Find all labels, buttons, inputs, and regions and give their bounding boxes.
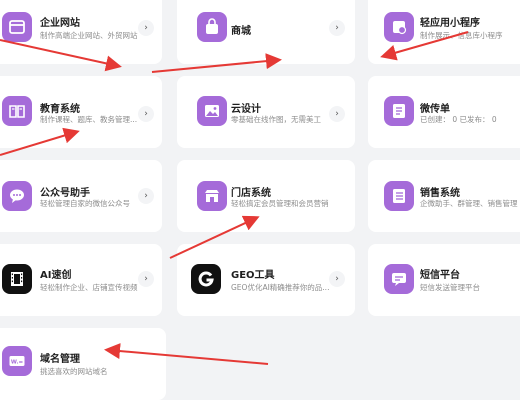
browser-icon bbox=[2, 12, 32, 42]
card-cloud-design[interactable]: 云设计 零基础在线作图，无需美工 › bbox=[177, 76, 355, 148]
svg-text:W.=: W.= bbox=[11, 360, 24, 366]
book-icon bbox=[2, 96, 32, 126]
card-store-system[interactable]: 门店系统 轻松搞定会员管理和会员营销 bbox=[177, 160, 355, 232]
card-education-system[interactable]: 教育系统 制作课程、题库、教务管理... › bbox=[0, 76, 162, 148]
chevron-right-icon[interactable]: › bbox=[138, 20, 154, 36]
card-subtitle: 已创建： 0 已发布： 0 bbox=[420, 115, 497, 124]
chevron-right-icon[interactable]: › bbox=[138, 271, 154, 287]
card-subtitle: 短信发送管理平台 bbox=[420, 283, 480, 292]
card-subtitle: 挑选喜欢的网站域名 bbox=[40, 367, 108, 376]
card-subtitle: 制作课程、题库、教务管理... bbox=[40, 115, 138, 124]
card-subtitle: 轻松制作企业、店铺宣传视频 bbox=[40, 283, 138, 292]
chevron-right-icon[interactable]: › bbox=[329, 106, 345, 122]
card-subtitle: 轻松管理自家的微信公众号 bbox=[40, 199, 130, 208]
card-subtitle: 制作展示、信息库小程序 bbox=[420, 31, 503, 40]
card-title: AI速创 bbox=[40, 270, 72, 281]
card-subtitle: 零基础在线作图，无需美工 bbox=[231, 115, 321, 124]
card-sales-system[interactable]: 销售系统 企微助手、群管理、销售管理 bbox=[368, 160, 520, 232]
card-title: 云设计 bbox=[231, 104, 261, 115]
store-icon bbox=[197, 181, 227, 211]
card-geo-tool[interactable]: GEO工具 GEO优化AI精确推荐你的品... › bbox=[177, 244, 355, 316]
shopping-bag-icon bbox=[197, 12, 227, 42]
card-title: 教育系统 bbox=[40, 104, 80, 115]
card-subtitle: 轻松搞定会员管理和会员营销 bbox=[231, 199, 329, 208]
card-title: 销售系统 bbox=[420, 188, 460, 199]
card-sms-platform[interactable]: 短信平台 短信发送管理平台 bbox=[368, 244, 520, 316]
card-official-account-assistant[interactable]: 公众号助手 轻松管理自家的微信公众号 › bbox=[0, 160, 162, 232]
card-title: 轻应用小程序 bbox=[420, 18, 480, 29]
image-icon bbox=[197, 96, 227, 126]
card-title: 短信平台 bbox=[420, 270, 460, 281]
card-enterprise-website[interactable]: 企业网站 制作高端企业网站、外贸网站 › bbox=[0, 0, 162, 64]
list-icon bbox=[384, 181, 414, 211]
card-ai-quick-create[interactable]: AI速创 轻松制作企业、店铺宣传视频 › bbox=[0, 244, 162, 316]
card-title: GEO工具 bbox=[231, 270, 275, 281]
card-micro-flyer[interactable]: 微传单 已创建： 0 已发布： 0 bbox=[368, 76, 520, 148]
mini-program-icon bbox=[384, 12, 414, 42]
card-light-mini-program[interactable]: 轻应用小程序 制作展示、信息库小程序 bbox=[368, 0, 520, 64]
card-title: 企业网站 bbox=[40, 18, 80, 29]
geo-logo-icon bbox=[191, 264, 221, 294]
card-title: 微传单 bbox=[420, 104, 450, 115]
card-title: 公众号助手 bbox=[40, 188, 90, 199]
card-title: 商城 bbox=[231, 26, 251, 37]
chevron-right-icon[interactable]: › bbox=[138, 188, 154, 204]
message-icon bbox=[384, 264, 414, 294]
chevron-right-icon[interactable]: › bbox=[138, 106, 154, 122]
chat-icon bbox=[2, 181, 32, 211]
card-subtitle: 企微助手、群管理、销售管理 bbox=[420, 199, 518, 208]
card-domain-management[interactable]: W.= 域名管理 挑选喜欢的网站域名 bbox=[0, 328, 166, 400]
chevron-right-icon[interactable]: › bbox=[329, 20, 345, 36]
document-icon bbox=[384, 96, 414, 126]
domain-icon: W.= bbox=[2, 346, 32, 376]
card-subtitle: GEO优化AI精确推荐你的品... bbox=[231, 283, 330, 292]
card-title: 域名管理 bbox=[40, 354, 80, 365]
card-mall[interactable]: 商城 › bbox=[177, 0, 355, 64]
card-title: 门店系统 bbox=[231, 188, 271, 199]
card-subtitle: 制作高端企业网站、外贸网站 bbox=[40, 31, 138, 40]
chevron-right-icon[interactable]: › bbox=[329, 271, 345, 287]
film-icon bbox=[2, 264, 32, 294]
